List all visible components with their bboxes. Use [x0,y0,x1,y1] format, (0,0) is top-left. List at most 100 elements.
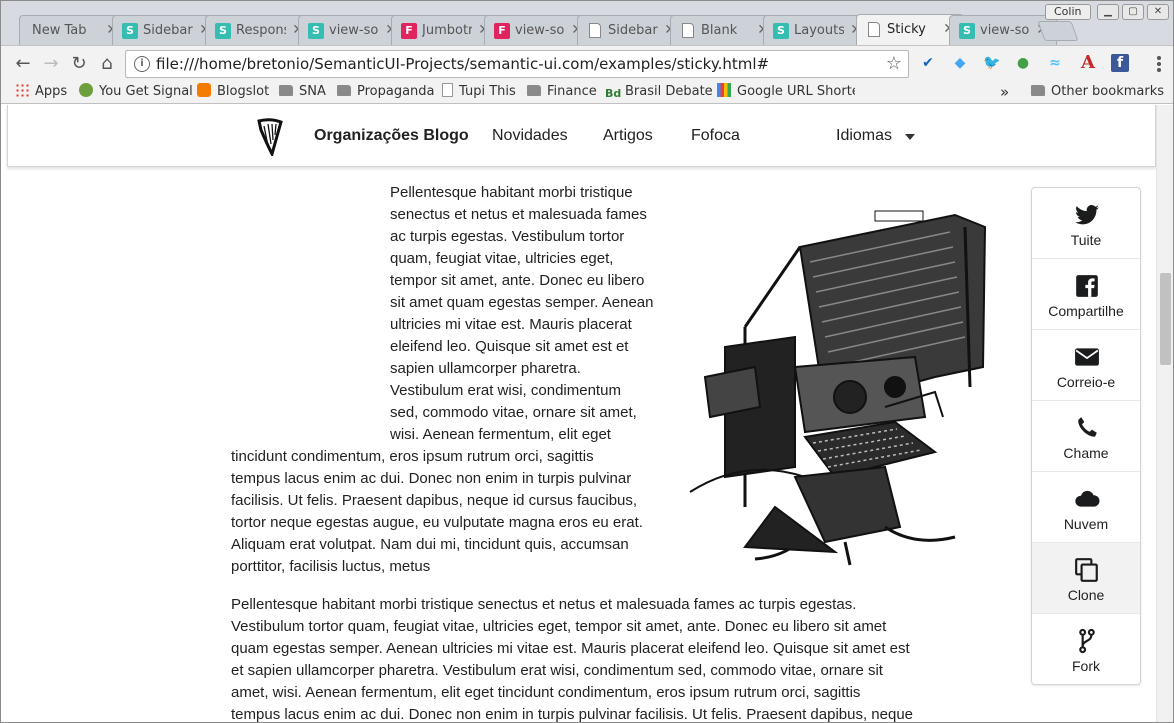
page-viewport: Organizações Blogo Novidades Artigos Fof… [1,105,1156,723]
nav-artigos[interactable]: Artigos [603,127,653,145]
profile-button[interactable]: Colin [1045,4,1091,20]
url-text[interactable]: file:///home/bretonio/SemanticUI-Project… [156,55,769,73]
text-line: ac turpis egestas. Vestibulum tortor [390,228,625,245]
share-label: Fork [1072,658,1100,674]
new-tab-button[interactable] [1037,21,1079,41]
bookmark-blogslot[interactable]: Blogslot [197,82,269,102]
mail-icon [1075,348,1099,366]
clone-icon [1075,558,1098,582]
share-label: Nuvem [1063,516,1109,532]
minimize-button[interactable]: ▁ [1097,4,1119,20]
reload-icon[interactable]: ↻ [67,52,91,76]
facebook-extension-icon[interactable]: f [1111,54,1129,72]
bookmark-finance[interactable]: Finance [527,82,597,102]
folder-icon [527,85,541,96]
bookmark-tupi-this[interactable]: Tupi This [442,82,516,102]
tab-sidebar-2[interactable]: Sidebar ✕ [577,15,685,45]
browser-toolbar: ← → ↻ ⌂ i file:///home/bretonio/Semantic… [1,45,1173,80]
share-phone-button[interactable]: Chame [1032,401,1140,472]
language-dropdown[interactable]: Idiomas [836,127,892,145]
folder-icon [1031,85,1045,96]
bookmark-google-url-shortener[interactable]: Google URL Shortener [717,82,855,102]
text-line: Vestibulum erat wisi, condimentum [390,382,621,399]
bookmark-star-icon[interactable]: ☆ [886,53,902,74]
tab-view-source[interactable]: S view-source ✕ [298,15,406,45]
maximize-button[interactable]: ▢ [1122,4,1144,20]
tab-title: view-source [515,23,565,38]
text-line: sit amet quam egestas semper. Aenean [390,294,654,311]
text-line: facilisis. Ut felis. Praesent dapibus, n… [231,492,638,509]
extension-icon[interactable]: ✔ [919,54,937,72]
tab-responsive[interactable]: S Responsive ✕ [205,15,313,45]
other-bookmarks[interactable]: Other bookmarks [1031,82,1164,102]
bookmark-brasil-debate[interactable]: Bd Brasil Debate [605,82,713,102]
text-line: tortor neque egestas augue, eu vulputate… [231,514,643,531]
tab-title: Sticky [887,22,926,37]
bookmarks-bar: Apps You Get Signal Blogslot SNA Propaga… [1,80,1173,104]
share-facebook-button[interactable]: Compartilhe [1032,259,1140,330]
share-twitter-button[interactable]: Tuite [1032,188,1140,259]
text-line: et sapien ullamcorper pharetra. Vestibul… [231,662,883,679]
share-clone-button[interactable]: Clone [1032,543,1140,614]
share-fork-button[interactable]: Fork [1032,614,1140,685]
document-icon [682,23,694,38]
tab-title: New Tab [32,23,87,38]
tab-title: Jumbotron [422,23,472,38]
text-line: porttitor, facilisis luctus, metus [231,558,431,575]
text-line: tempus lacus enim ac dui. Donec non enim… [231,470,632,487]
document-icon [442,83,453,97]
text-line: Pellentesque habitant morbi tristique [390,184,633,201]
semantic-s-icon: S [215,23,231,39]
text-line: ultricies mi vitae est. Mauris placerat [390,316,632,333]
tab-view-source-2[interactable]: F view-source ✕ [484,15,592,45]
bookmark-you-get-signal[interactable]: You Get Signal [79,82,193,102]
bookmarks-overflow-chevron-icon[interactable]: » [1000,82,1009,102]
tab-sidebar[interactable]: S Sidebar ✕ [112,15,220,45]
page-scrollbar[interactable] [1156,105,1173,722]
semantic-s-icon: S [959,23,975,39]
bookmark-propaganda[interactable]: Propaganda [337,82,435,102]
chevron-down-icon[interactable] [905,134,915,140]
document-icon [589,23,601,38]
font-extension-icon[interactable]: A [1079,54,1097,72]
scrollbar-thumb[interactable] [1160,273,1171,365]
brasil-debate-icon: Bd [605,87,622,100]
home-icon[interactable]: ⌂ [95,52,119,76]
nav-fofoca[interactable]: Fofoca [691,127,740,145]
tab-title: Sidebar [608,23,658,38]
tab-title: Responsive [236,23,286,38]
nav-novidades[interactable]: Novidades [492,127,568,145]
jumbotron-icon: F [401,23,417,39]
apps-grid-icon [15,83,29,97]
back-arrow-icon[interactable]: ← [11,52,35,76]
tab-strip: New Tab ✕ S Sidebar ✕ S Responsive ✕ S v… [1,1,1173,46]
bookmark-sna[interactable]: SNA [279,82,326,102]
menu-icon[interactable] [1151,54,1167,74]
info-icon[interactable]: i [134,56,150,72]
address-bar[interactable]: i file:///home/bretonio/SemanticUI-Proje… [125,50,909,78]
globe-extension-icon[interactable]: ● [1014,54,1032,72]
share-label: Tuite [1070,232,1102,248]
harp-logo-icon[interactable] [256,118,284,156]
tab-sticky[interactable]: Sticky ✕ [856,14,964,46]
bookmark-apps[interactable]: Apps [15,82,67,102]
text-line: eleifend leo. Quisque sit amet est et [390,338,629,355]
brand-link[interactable]: Organizações Blogo [314,127,469,145]
extension-bird-icon[interactable]: ◆ [951,54,969,72]
tab-title: view-source [980,23,1030,38]
facebook-icon [1076,275,1098,297]
tab-new-tab[interactable]: New Tab ✕ [19,15,127,45]
twitter-extension-icon[interactable]: 🐦 [983,54,1001,72]
paragraph-1-bottom: tincidunt condimentum, eros ipsum rutrum… [231,446,643,578]
browser-window: New Tab ✕ S Sidebar ✕ S Responsive ✕ S v… [0,0,1174,723]
semantic-s-icon: S [122,23,138,39]
tab-blank[interactable]: Blank ✕ [670,15,778,45]
share-cloud-button[interactable]: Nuvem [1032,472,1140,543]
tab-jumbotron[interactable]: F Jumbotron ✕ [391,15,499,45]
share-email-button[interactable]: Correio-e [1032,330,1140,401]
tab-layouts[interactable]: S Layouts ✕ [763,15,871,45]
forward-arrow-icon[interactable]: → [39,52,63,76]
text-line: tempus lacus enim ac dui. Donec non enim… [231,706,914,723]
extension-lines-icon[interactable]: ≈ [1046,54,1064,72]
close-window-button[interactable]: ✕ [1147,4,1169,20]
